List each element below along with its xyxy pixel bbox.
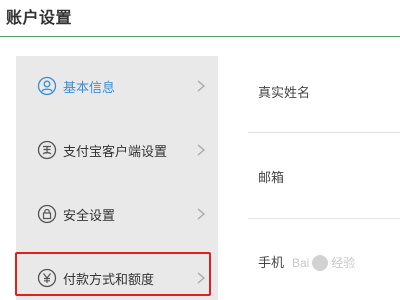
sidebar-item-client-settings[interactable]: 支付宝客户端设置 [16,126,218,174]
sidebar-item-label: 安全设置 [63,207,116,223]
watermark-text-a: Bai [292,255,310,270]
sidebar-item-security[interactable]: 安全设置 [16,190,218,238]
chevron-right-icon [197,208,206,220]
sidebar-item-basic-info[interactable]: 基本信息 [16,62,218,110]
row-label: 手机 [258,255,285,270]
baidu-jingyan-watermark: Bai 经验 [292,254,355,271]
row-label: 邮箱 [258,170,285,185]
payment-client-icon [37,140,57,160]
paw-logo-icon [312,254,329,271]
sidebar-item-label: 支付宝客户端设置 [63,143,168,159]
lock-icon [37,204,57,224]
row-divider [248,218,400,219]
sidebar-item-label: 基本信息 [63,79,116,95]
row-divider [248,132,400,133]
page-title: 账户设置 [6,10,73,27]
chevron-right-icon [197,80,206,92]
header-divider [0,36,400,37]
user-icon [37,76,57,96]
row-label: 真实姓名 [258,85,311,100]
chevron-right-icon [197,144,206,156]
watermark-text-b: 经验 [331,256,356,270]
page-header: 账户设置 [0,0,400,38]
highlight-annotation-box [15,252,211,296]
